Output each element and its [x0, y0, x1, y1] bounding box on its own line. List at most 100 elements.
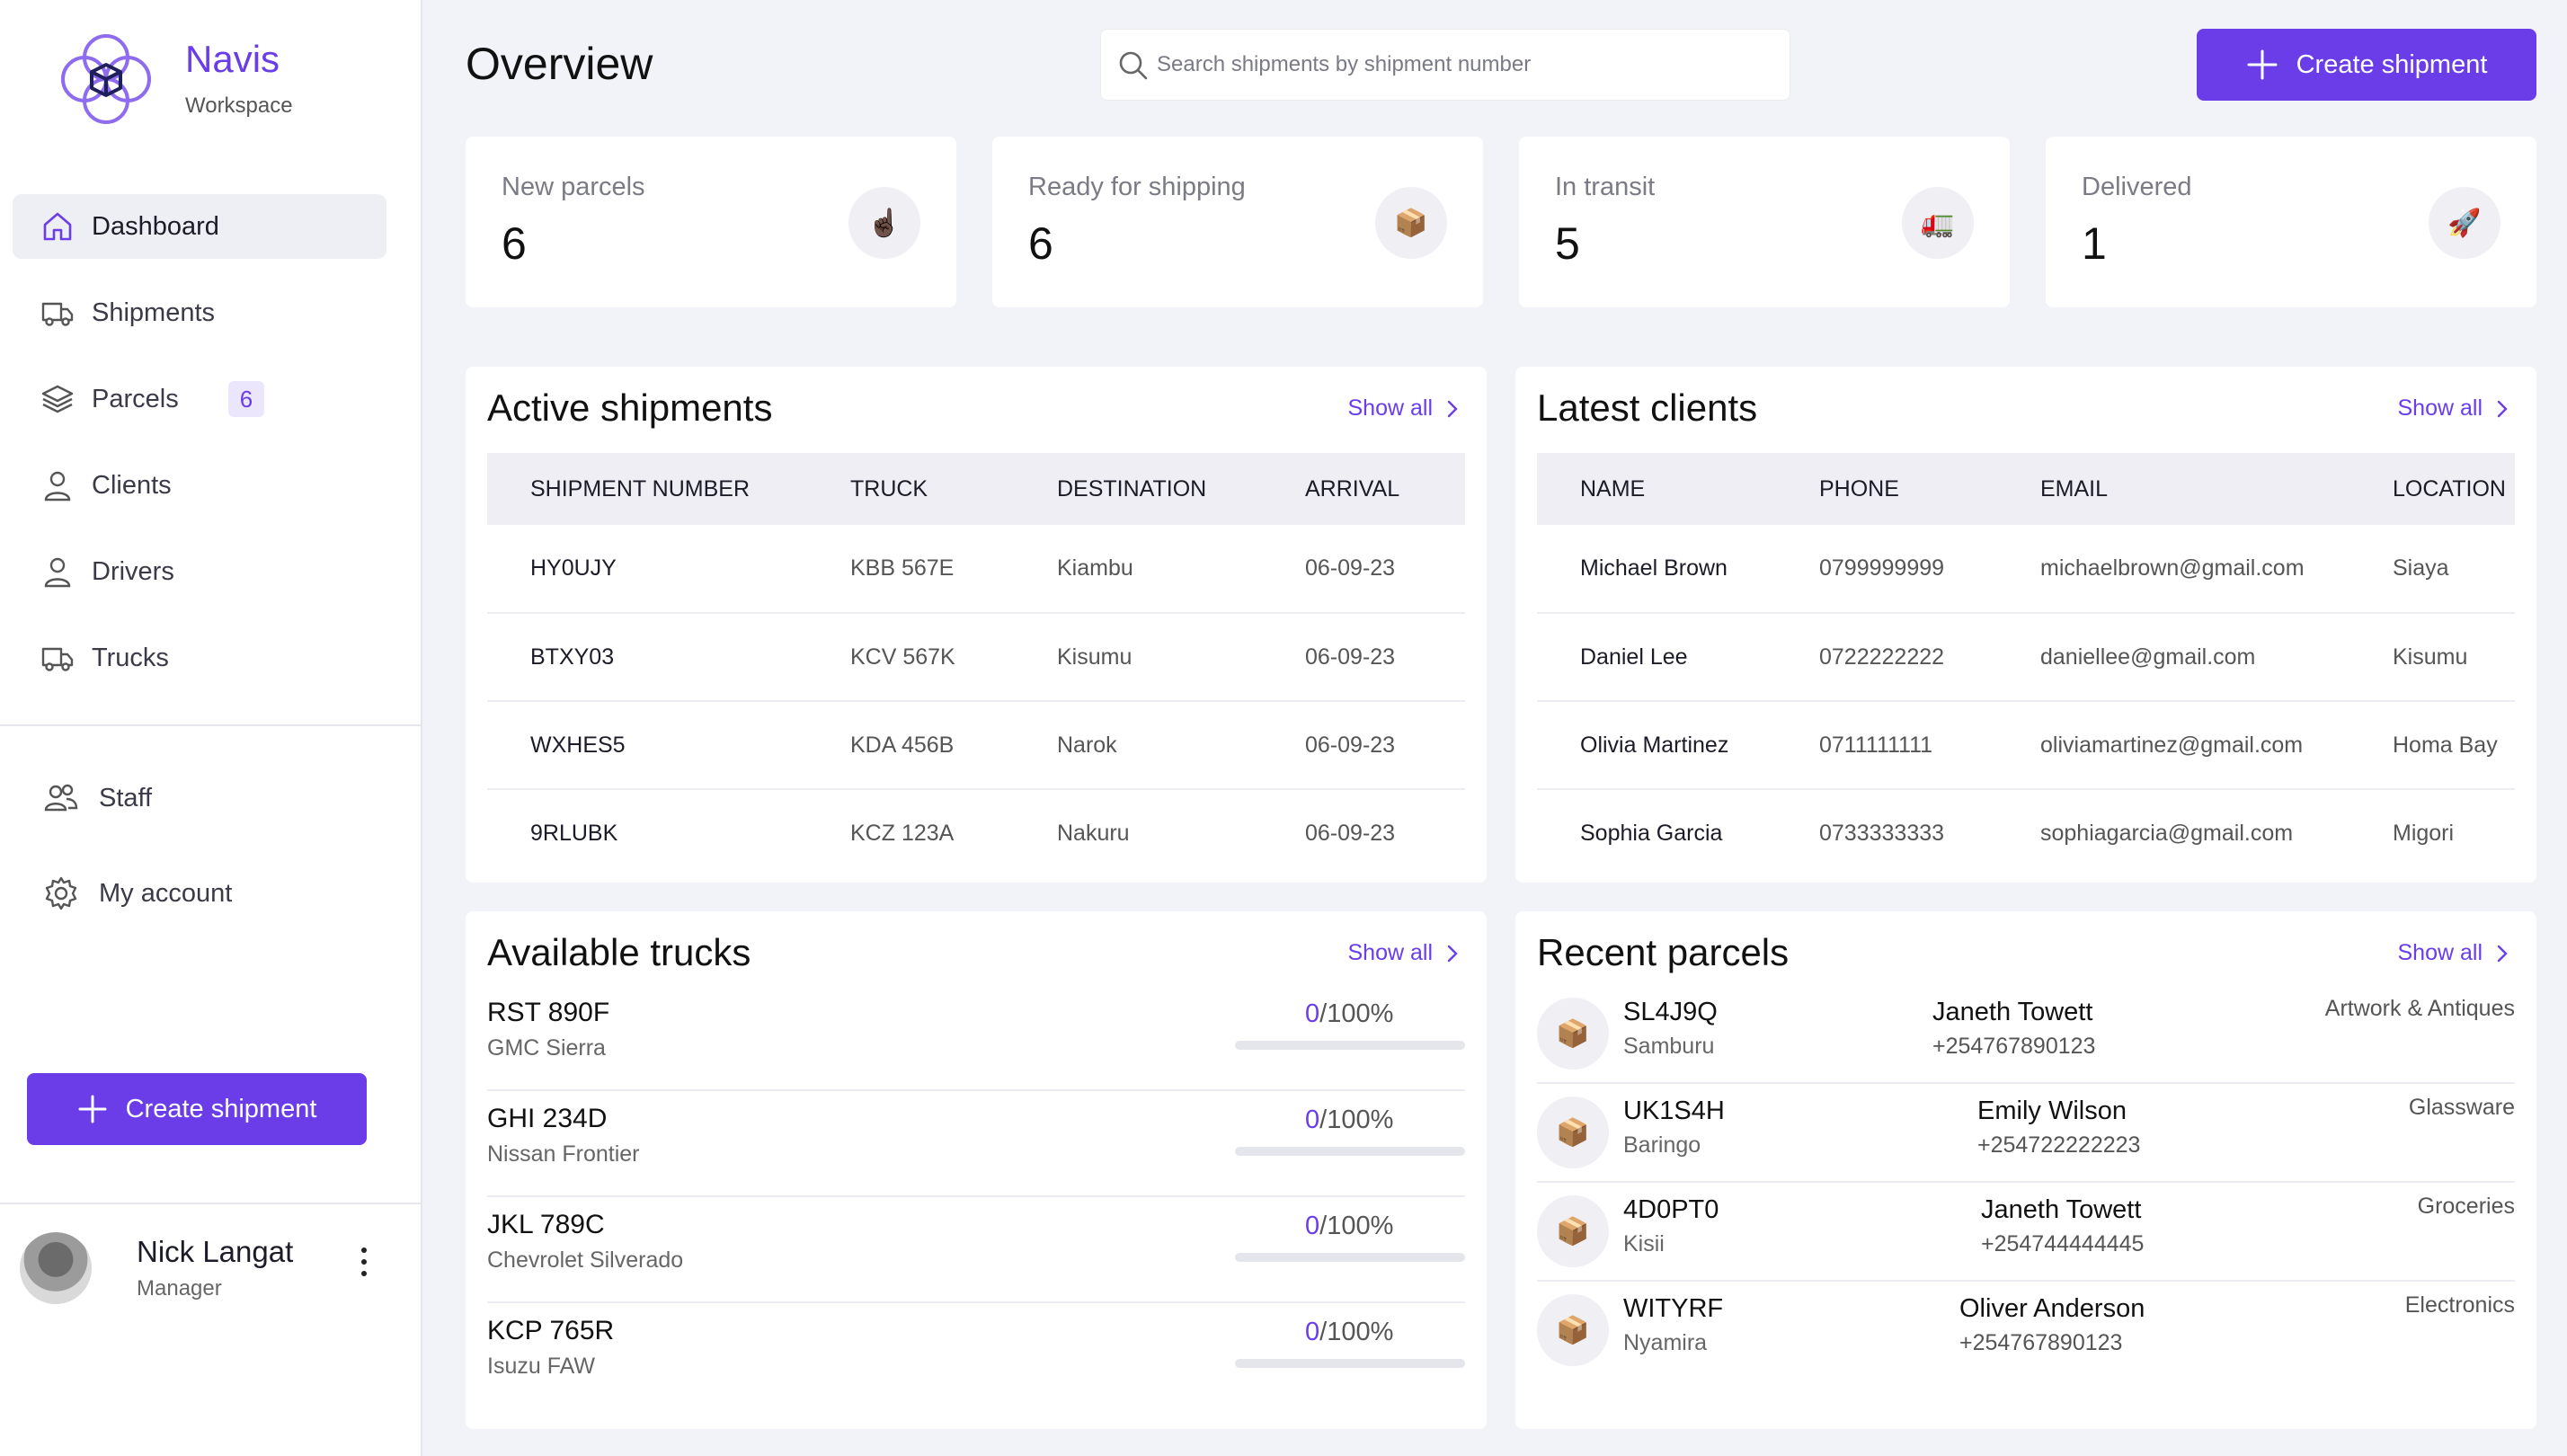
package-icon: 📦 [1537, 998, 1609, 1070]
search-box[interactable] [1100, 29, 1790, 101]
available-trucks-show-all-link[interactable]: Show all [1348, 940, 1462, 966]
column-header[interactable]: DESTINATION [1014, 453, 1262, 525]
column-header[interactable]: EMAIL [1997, 453, 2349, 525]
truck-load-text: 0/100% [1305, 999, 1393, 1029]
sidebar-item-my-account[interactable]: My account [13, 861, 386, 926]
sidebar-item-label: Drivers [92, 556, 174, 586]
shipment-number-cell: 9RLUBK [530, 821, 618, 846]
list-item[interactable]: GHI 234D Nissan Frontier 0/100% [487, 1091, 1465, 1197]
client-name-cell: Daniel Lee [1537, 613, 1776, 702]
parcel-category: Groceries [2417, 1194, 2515, 1219]
destination-cell: Kisumu [1014, 613, 1262, 702]
phone-cell: 0733333333 [1819, 821, 1945, 846]
table-row[interactable]: 9RLUBK KCZ 123A Nakuru 06-09-23 [487, 789, 1465, 877]
stat-card-delivered[interactable]: Delivered 1 🚀 [2046, 137, 2536, 307]
column-header[interactable]: TRUCK [807, 453, 1014, 525]
truck-load-value: 0 [1305, 1212, 1320, 1240]
sidebar-item-label: My account [99, 878, 233, 908]
parcels-count-badge: 6 [228, 381, 264, 417]
parcel-phone: +254722222223 [1977, 1132, 2141, 1158]
sidebar-item-parcels[interactable]: Parcels 6 [13, 367, 386, 431]
parcel-location: Samburu [1623, 1034, 1715, 1059]
list-item[interactable]: KCP 765R Isuzu FAW 0/100% [487, 1303, 1465, 1409]
sidebar-item-shipments[interactable]: Shipments [13, 280, 386, 345]
chevron-right-icon [2497, 945, 2508, 962]
email-cell: sophiagarcia@gmail.com [2040, 821, 2294, 846]
plus-icon [78, 1095, 107, 1123]
location-cell: Migori [2393, 821, 2455, 846]
package-icon: 📦 [1375, 187, 1447, 259]
stat-card-ready-for-shipping[interactable]: Ready for shipping 6 📦 [992, 137, 1483, 307]
package-icon: 📦 [1537, 1096, 1609, 1168]
latest-clients-show-all-link[interactable]: Show all [2398, 395, 2512, 422]
truck-load-progress [1235, 1147, 1465, 1156]
active-shipments-show-all-link[interactable]: Show all [1348, 395, 1462, 422]
sidebar-create-shipment-button[interactable]: Create shipment [27, 1073, 367, 1145]
chevron-right-icon [2497, 400, 2508, 417]
truck-capacity: /100% [1319, 1212, 1394, 1240]
truck-cell: KCV 567K [807, 613, 1014, 702]
email-cell: michaelbrown@gmail.com [1997, 525, 2349, 614]
table-row[interactable]: Michael Brown 0799999999 michaelbrown@gm… [1537, 525, 2515, 614]
package-icon: 📦 [1537, 1195, 1609, 1267]
list-item[interactable]: 📦 4D0PT0 Kisii Janeth Towett +2547444444… [1537, 1183, 2515, 1282]
stat-card-in-transit[interactable]: In transit 5 🚛 [1519, 137, 2010, 307]
card-title: Active shipments [487, 386, 773, 429]
table-row[interactable]: Olivia Martinez 0711111111 oliviamartine… [1537, 701, 2515, 790]
stat-value: 1 [2082, 218, 2107, 269]
parcel-location: Kisii [1623, 1231, 1665, 1256]
active-shipments-card: Active shipments Show all SHIPMENT NUMBE… [466, 367, 1487, 883]
truck-capacity: /100% [1319, 1318, 1394, 1346]
stat-card-new-parcels[interactable]: New parcels 6 ☝🏿 [466, 137, 956, 307]
sidebar: Navis Workspace Dashboard Shipments Parc… [0, 0, 422, 1456]
sidebar-item-clients[interactable]: Clients [13, 453, 386, 518]
list-item[interactable]: 📦 UK1S4H Baringo Emily Wilson +254722222… [1537, 1084, 2515, 1183]
list-item[interactable]: JKL 789C Chevrolet Silverado 0/100% [487, 1197, 1465, 1303]
table-row[interactable]: Daniel Lee 0722222222 daniellee@gmail.co… [1537, 613, 2515, 702]
chevron-right-icon [1447, 945, 1458, 962]
show-all-label: Show all [2397, 940, 2483, 965]
avatar[interactable] [20, 1232, 92, 1304]
truck-plate: RST 890F [487, 998, 610, 1027]
recent-parcels-show-all-link[interactable]: Show all [2398, 940, 2512, 966]
card-title: Recent parcels [1537, 931, 1790, 973]
truck-model: GMC Sierra [487, 1035, 606, 1061]
truck-load-progress [1235, 1359, 1465, 1368]
table-header-row: NAME PHONE EMAIL LOCATION [1537, 453, 2515, 525]
truck-capacity: /100% [1319, 1105, 1394, 1134]
list-item[interactable]: RST 890F GMC Sierra 0/100% [487, 985, 1465, 1091]
column-header[interactable]: LOCATION [2349, 453, 2515, 525]
lorry-icon: 🚛 [1902, 187, 1974, 259]
stat-value: 5 [1555, 218, 1580, 269]
table-row[interactable]: BTXY03 KCV 567K Kisumu 06-09-23 [487, 613, 1465, 702]
parcel-location: Baringo [1623, 1132, 1701, 1158]
stat-value: 6 [1028, 218, 1053, 269]
column-header[interactable]: SHIPMENT NUMBER [487, 453, 807, 525]
truck-icon [41, 647, 74, 671]
column-header[interactable]: NAME [1537, 453, 1776, 525]
list-item[interactable]: 📦 WITYRF Nyamira Oliver Anderson +254767… [1537, 1282, 2515, 1381]
search-input[interactable] [1157, 30, 1777, 100]
table-row[interactable]: Sophia Garcia 0733333333 sophiagarcia@gm… [1537, 789, 2515, 877]
column-header[interactable]: ARRIVAL [1262, 453, 1465, 525]
table-row[interactable]: HY0UJY KBB 567E Kiambu 06-09-23 [487, 525, 1465, 614]
sidebar-item-label: Clients [92, 470, 172, 500]
sidebar-item-staff[interactable]: Staff [13, 766, 386, 830]
truck-cell: KBB 567E [807, 525, 1014, 614]
truck-model: Nissan Frontier [487, 1141, 640, 1167]
list-item[interactable]: 📦 SL4J9Q Samburu Janeth Towett +25476789… [1537, 985, 2515, 1084]
column-header[interactable]: PHONE [1776, 453, 1997, 525]
show-all-label: Show all [2397, 395, 2483, 421]
home-icon [43, 212, 72, 241]
truck-plate: KCP 765R [487, 1316, 615, 1345]
layers-icon [41, 385, 74, 413]
gear-icon [45, 876, 77, 910]
sidebar-item-trucks[interactable]: Trucks [13, 626, 386, 690]
create-shipment-button[interactable]: Create shipment [2197, 29, 2536, 101]
sidebar-item-drivers[interactable]: Drivers [13, 539, 386, 604]
arrival-cell: 06-09-23 [1305, 821, 1396, 846]
table-row[interactable]: WXHES5 KDA 456B Narok 06-09-23 [487, 701, 1465, 790]
more-options-icon[interactable] [351, 1244, 378, 1280]
sidebar-item-dashboard[interactable]: Dashboard [13, 194, 386, 259]
truck-load-text: 0/100% [1305, 1212, 1393, 1241]
